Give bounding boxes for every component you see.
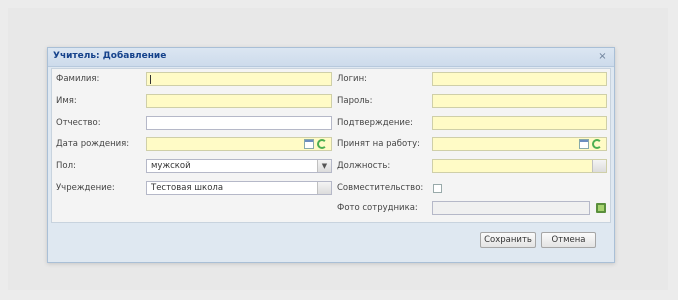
password-confirm-input[interactable]: [432, 116, 607, 130]
teacher-add-dialog: Учитель: Добавление × Фамилия: Имя: Отче…: [47, 47, 615, 263]
label-position: Должность:: [337, 161, 391, 171]
dialog-footer: Сохранить Отмена: [51, 223, 609, 259]
label-photo: Фото сотрудника:: [337, 203, 418, 213]
lookup-trigger-icon[interactable]: [592, 160, 606, 172]
calendar-icon[interactable]: [579, 139, 589, 149]
hire-date-input[interactable]: [432, 137, 607, 151]
save-button[interactable]: Сохранить: [480, 232, 536, 248]
close-icon[interactable]: ×: [597, 51, 608, 62]
label-gender: Пол:: [56, 161, 76, 171]
password-input[interactable]: [432, 94, 607, 108]
birthdate-input[interactable]: [146, 137, 332, 151]
label-login: Логин:: [337, 74, 368, 84]
label-firstname: Имя:: [56, 96, 77, 106]
upload-icon[interactable]: [596, 203, 606, 213]
refresh-icon[interactable]: [317, 139, 327, 149]
label-lastname: Фамилия:: [56, 74, 100, 84]
lookup-trigger-icon[interactable]: [317, 182, 331, 194]
chevron-down-icon[interactable]: ▼: [317, 160, 331, 172]
label-hire-date: Принят на работу:: [337, 139, 420, 149]
login-input[interactable]: [432, 72, 607, 86]
label-patronymic: Отчество:: [56, 118, 101, 128]
cancel-button[interactable]: Отмена: [541, 232, 596, 248]
label-institution: Учреждение:: [56, 183, 115, 193]
form-body: Фамилия: Имя: Отчество: Дата рождения: П…: [51, 68, 611, 223]
patronymic-input[interactable]: [146, 116, 332, 130]
label-confirm: Подтверждение:: [337, 118, 413, 128]
lastname-input[interactable]: [146, 72, 332, 86]
institution-field[interactable]: Тестовая школа: [146, 181, 332, 195]
label-password: Пароль:: [337, 96, 373, 106]
firstname-input[interactable]: [146, 94, 332, 108]
part-time-checkbox[interactable]: [433, 184, 442, 193]
dialog-title: Учитель: Добавление: [53, 51, 167, 61]
refresh-icon[interactable]: [592, 139, 602, 149]
position-field[interactable]: [432, 159, 607, 173]
dialog-titlebar[interactable]: Учитель: Добавление ×: [48, 48, 614, 67]
gender-select[interactable]: мужской ▼: [146, 159, 332, 173]
calendar-icon[interactable]: [304, 139, 314, 149]
text-cursor: [150, 75, 151, 84]
label-birthdate: Дата рождения:: [56, 139, 130, 149]
label-part-time: Совместительство:: [337, 183, 424, 193]
photo-file-input[interactable]: [432, 201, 590, 215]
